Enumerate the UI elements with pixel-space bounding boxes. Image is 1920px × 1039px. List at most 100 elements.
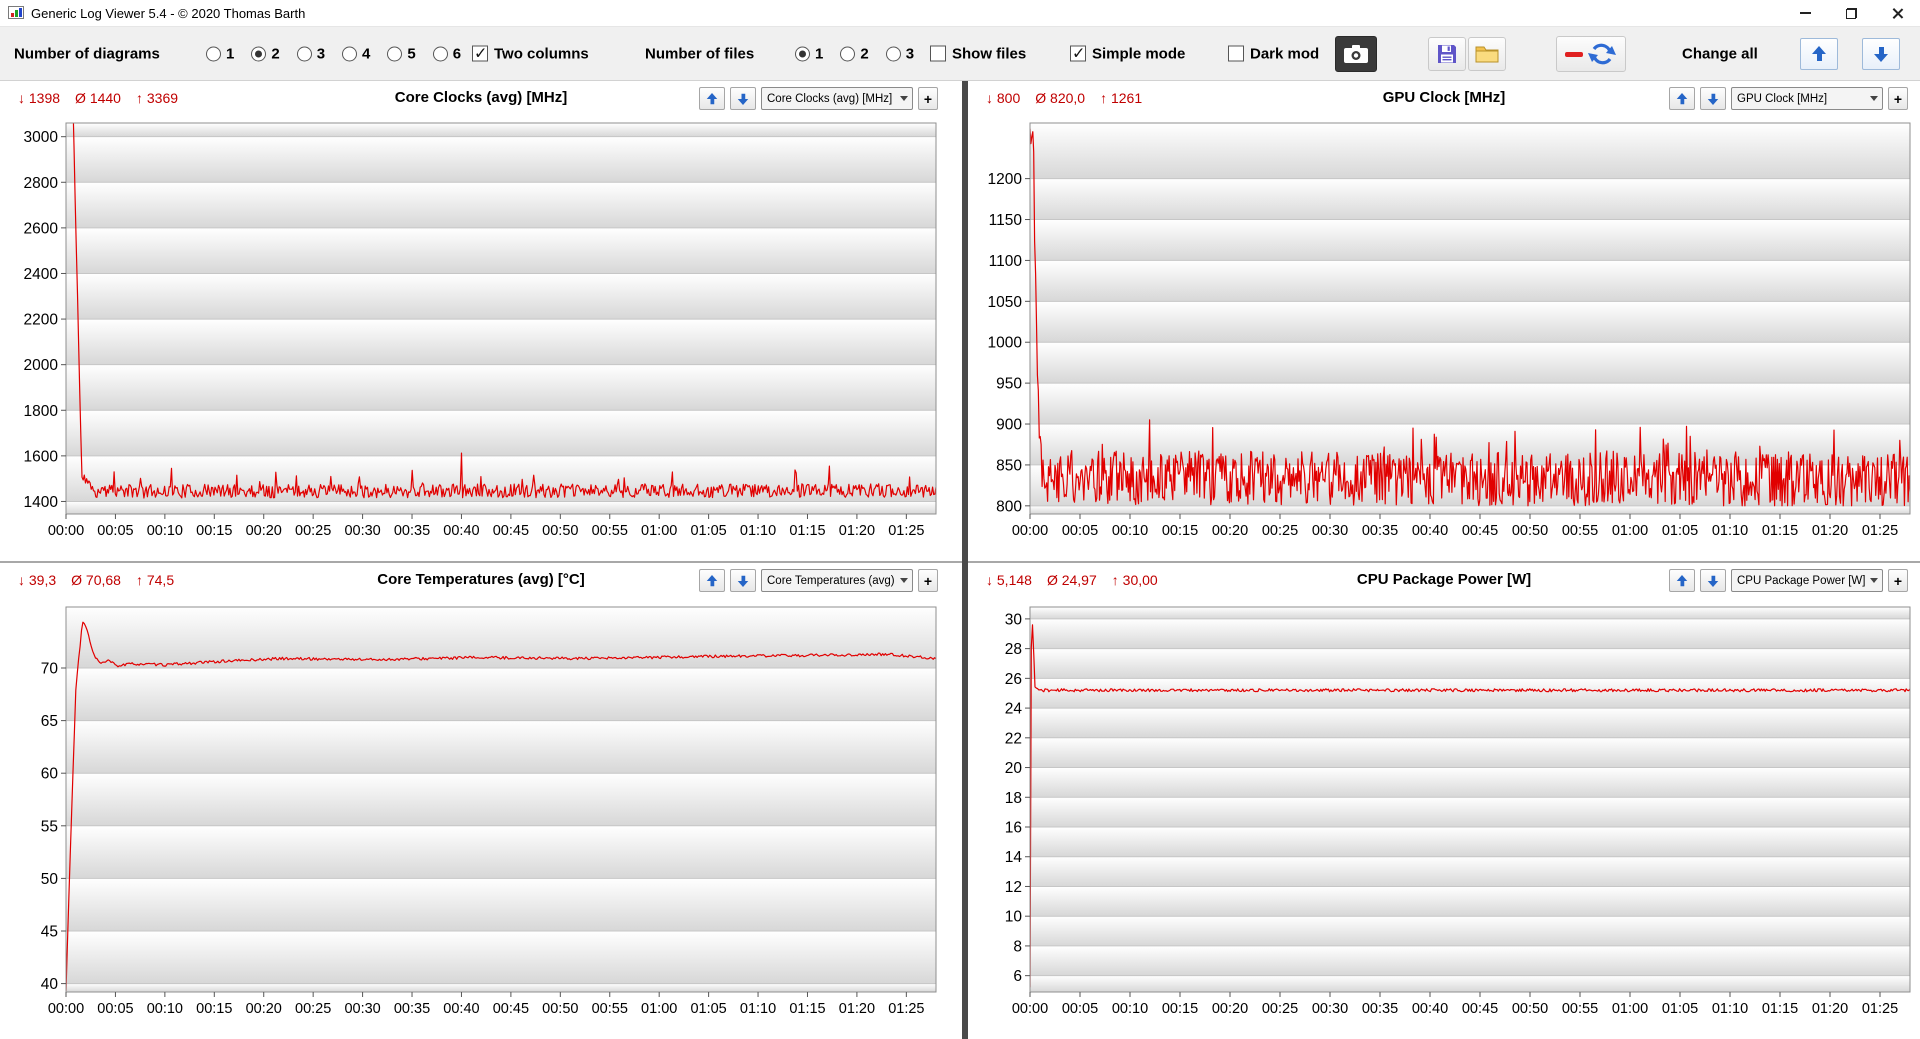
- svg-text:00:20: 00:20: [246, 523, 282, 539]
- add-metric-button[interactable]: +: [1888, 87, 1908, 110]
- radio-option-3[interactable]: 3: [297, 45, 325, 62]
- svg-text:01:15: 01:15: [1762, 523, 1798, 539]
- svg-text:00:40: 00:40: [1412, 523, 1448, 539]
- radio-option-6[interactable]: 6: [433, 45, 461, 62]
- svg-text:01:25: 01:25: [888, 523, 924, 539]
- move-down-button[interactable]: [1700, 87, 1726, 110]
- screenshot-button[interactable]: [1335, 36, 1377, 72]
- svg-text:00:30: 00:30: [1312, 1001, 1348, 1017]
- radio-option-5[interactable]: 5: [387, 45, 415, 62]
- arrow-down-icon: [1707, 574, 1719, 588]
- folder-icon: [1474, 43, 1500, 65]
- svg-text:01:05: 01:05: [690, 523, 726, 539]
- change-all-up-button[interactable]: [1800, 38, 1838, 70]
- radio-label: 1: [226, 45, 234, 62]
- minimize-button[interactable]: [1782, 0, 1828, 27]
- radio-circle: [795, 46, 810, 61]
- svg-text:00:05: 00:05: [97, 1001, 133, 1017]
- svg-text:00:50: 00:50: [1512, 1001, 1548, 1017]
- radio-option-3[interactable]: 3: [886, 45, 914, 62]
- svg-text:1200: 1200: [988, 171, 1023, 188]
- metric-select-value: Core Clocks (avg) [MHz]: [767, 93, 896, 105]
- add-metric-button[interactable]: +: [918, 87, 938, 110]
- radio-option-1[interactable]: 1: [795, 45, 823, 62]
- metric-select[interactable]: CPU Package Power [W]: [1731, 569, 1883, 592]
- svg-text:01:20: 01:20: [839, 523, 875, 539]
- add-metric-button[interactable]: +: [1888, 569, 1908, 592]
- svg-text:1400: 1400: [24, 494, 59, 511]
- svg-text:1600: 1600: [24, 448, 59, 465]
- move-up-button[interactable]: [1669, 569, 1695, 592]
- chart-core-clocks: 14001600180020002200240026002800300000:0…: [0, 117, 962, 561]
- radio-circle: [297, 46, 312, 61]
- move-up-button[interactable]: [1669, 87, 1695, 110]
- simple-mode-label: Simple mode: [1092, 45, 1185, 62]
- svg-text:00:35: 00:35: [1362, 1001, 1398, 1017]
- panel-title: CPU Package Power [W]: [1357, 571, 1531, 588]
- red-line-refresh-icon: [1562, 40, 1620, 68]
- show-files-checkbox[interactable]: Show files: [930, 45, 1026, 62]
- radio-option-2[interactable]: 2: [840, 45, 868, 62]
- svg-text:16: 16: [1005, 820, 1022, 837]
- radio-option-4[interactable]: 4: [342, 45, 370, 62]
- svg-text:12: 12: [1005, 879, 1022, 896]
- add-metric-button[interactable]: +: [918, 569, 938, 592]
- floppy-disk-icon: [1435, 42, 1459, 66]
- svg-text:24: 24: [1005, 701, 1023, 718]
- svg-text:00:30: 00:30: [1312, 523, 1348, 539]
- radio-circle: [433, 46, 448, 61]
- radio-circle: [840, 46, 855, 61]
- svg-text:900: 900: [996, 417, 1022, 434]
- open-file-button[interactable]: [1468, 37, 1506, 71]
- radio-option-2[interactable]: 2: [251, 45, 279, 62]
- svg-text:00:05: 00:05: [1062, 523, 1098, 539]
- move-down-button[interactable]: [730, 569, 756, 592]
- svg-text:6: 6: [1013, 968, 1022, 985]
- panel-title: Core Temperatures (avg) [°C]: [377, 571, 584, 588]
- two-columns-checkbox[interactable]: Two columns: [472, 45, 589, 62]
- close-button[interactable]: [1874, 0, 1920, 27]
- stat-max: ↑ 74,5: [136, 572, 174, 588]
- move-up-button[interactable]: [699, 87, 725, 110]
- change-all-down-button[interactable]: [1862, 38, 1900, 70]
- svg-text:01:10: 01:10: [1712, 1001, 1748, 1017]
- radio-circle: [206, 46, 221, 61]
- chevron-down-icon: [896, 578, 912, 583]
- svg-text:00:20: 00:20: [1212, 1001, 1248, 1017]
- metric-select[interactable]: GPU Clock [MHz]: [1731, 87, 1883, 110]
- svg-text:01:15: 01:15: [789, 523, 825, 539]
- radio-circle: [342, 46, 357, 61]
- svg-text:01:20: 01:20: [839, 1001, 875, 1017]
- metric-select[interactable]: Core Clocks (avg) [MHz]: [761, 87, 913, 110]
- simple-mode-checkbox[interactable]: Simple mode: [1070, 45, 1185, 62]
- panel-header: ↓ 39,3 Ø 70,68 ↑ 74,5 Core Temperatures …: [0, 563, 962, 599]
- svg-text:2600: 2600: [24, 220, 59, 237]
- save-button[interactable]: [1428, 37, 1466, 71]
- radio-option-1[interactable]: 1: [206, 45, 234, 62]
- metric-select-value: CPU Package Power [W]: [1737, 575, 1866, 587]
- arrow-up-icon: [706, 92, 718, 106]
- svg-text:00:10: 00:10: [1112, 1001, 1148, 1017]
- stat-avg: Ø 1440: [75, 90, 121, 106]
- move-down-button[interactable]: [1700, 569, 1726, 592]
- move-up-button[interactable]: [699, 569, 725, 592]
- reload-line-button[interactable]: [1556, 36, 1626, 72]
- arrow-up-icon: [1676, 574, 1688, 588]
- column-splitter[interactable]: [962, 81, 968, 1039]
- svg-text:00:25: 00:25: [295, 523, 331, 539]
- svg-text:950: 950: [996, 376, 1022, 393]
- svg-text:01:25: 01:25: [1862, 523, 1898, 539]
- chevron-down-icon: [1866, 96, 1882, 101]
- svg-text:30: 30: [1005, 611, 1023, 628]
- restore-button[interactable]: [1828, 0, 1874, 27]
- radio-circle: [886, 46, 901, 61]
- svg-text:18: 18: [1005, 790, 1022, 807]
- close-icon: [1891, 7, 1904, 20]
- metric-select[interactable]: Core Temperatures (avg): [761, 569, 913, 592]
- move-down-button[interactable]: [730, 87, 756, 110]
- svg-text:800: 800: [996, 498, 1022, 515]
- svg-text:00:30: 00:30: [344, 523, 380, 539]
- svg-text:3000: 3000: [24, 129, 59, 146]
- svg-text:20: 20: [1005, 760, 1023, 777]
- dark-mode-checkbox[interactable]: Dark mod: [1228, 45, 1319, 62]
